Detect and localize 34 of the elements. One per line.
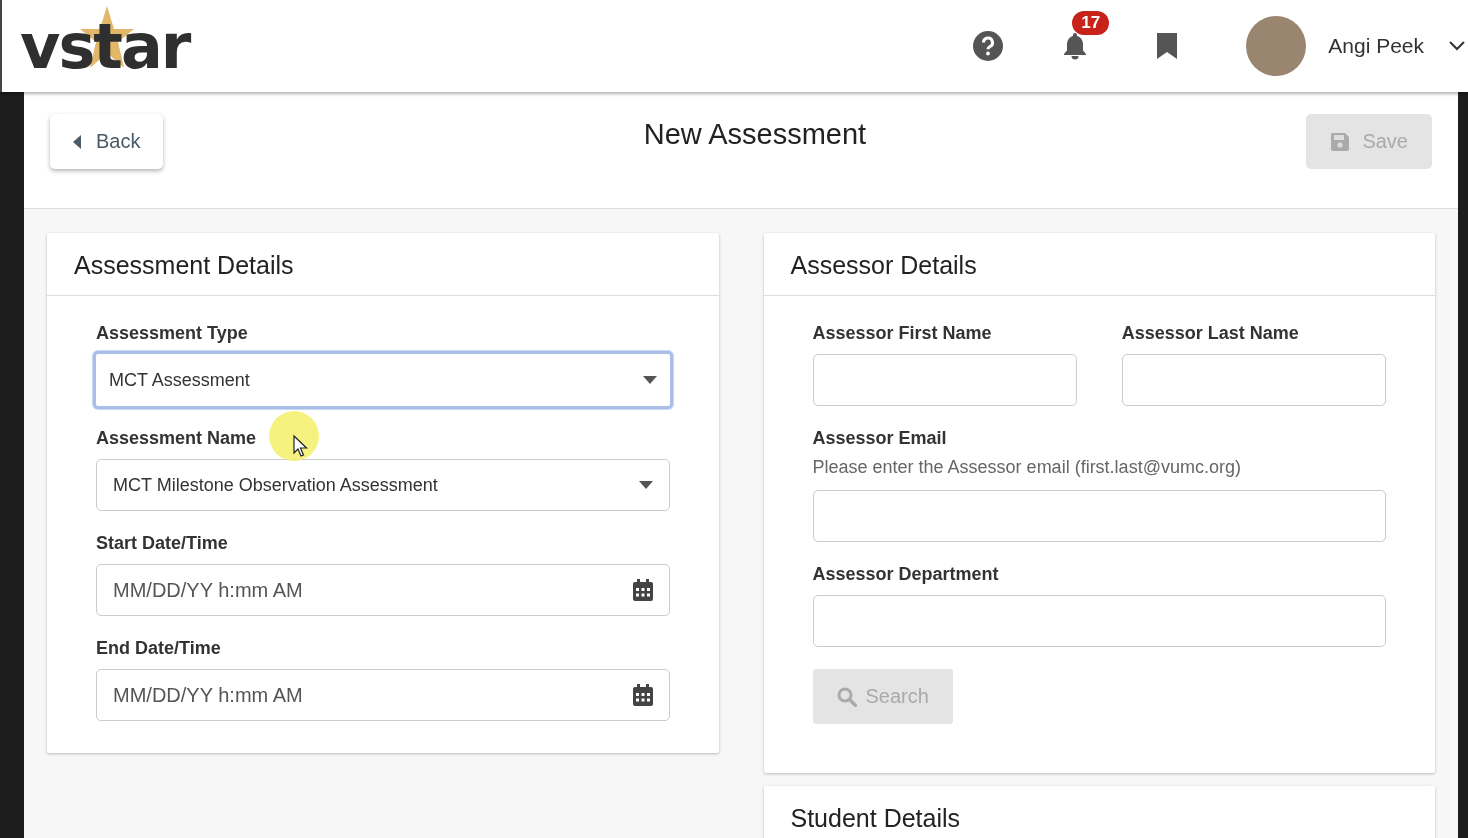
caret-down-icon (638, 481, 653, 489)
help-icon[interactable] (972, 30, 1005, 62)
field-hint: Please enter the Assessor email (first.last@vumc.org) (812, 457, 1242, 478)
cursor-icon (268, 410, 320, 462)
field-label: Assessor Department (812, 564, 1000, 585)
select-field[interactable]: MCT Milestone Observation Assessment (96, 459, 670, 511)
date-field[interactable]: MM/DD/YY h:mm AM (96, 669, 670, 721)
calendar-icon (632, 684, 653, 706)
field-label: End Date/Time (96, 638, 222, 659)
field-label: Assessment Name (96, 428, 258, 449)
caret-down-icon (642, 376, 657, 384)
text-field[interactable] (812, 490, 1386, 542)
caret-left-icon (73, 134, 82, 149)
card-title: Student Details (763, 786, 1435, 838)
date-field[interactable]: MM/DD/YY h:mm AM (96, 564, 670, 616)
bookmark-icon[interactable] (1156, 32, 1179, 60)
card-title: Assessor Details (763, 233, 1435, 296)
card-title: Assessment Details (47, 233, 719, 296)
calendar-icon (632, 579, 653, 601)
field-label: Start Date/Time (96, 533, 229, 554)
text-field[interactable] (812, 595, 1386, 647)
field-label: Assessor First Name (812, 323, 993, 344)
notification-count-badge: 17 (1072, 11, 1110, 35)
field-label: Assessment Type (96, 323, 249, 344)
text-field[interactable] (812, 354, 1077, 406)
chevron-down-icon[interactable] (1448, 40, 1466, 52)
field-label: Assessor Email (812, 428, 948, 449)
search-icon (836, 686, 857, 707)
back-button[interactable]: Back (50, 114, 164, 169)
text-field[interactable] (1121, 354, 1386, 406)
user-name[interactable]: Angi Peek (1328, 34, 1424, 58)
field-label: Assessor Last Name (1121, 323, 1300, 344)
select-field[interactable]: MCT Assessment (93, 351, 673, 409)
page-title: New Assessment (642, 118, 868, 151)
